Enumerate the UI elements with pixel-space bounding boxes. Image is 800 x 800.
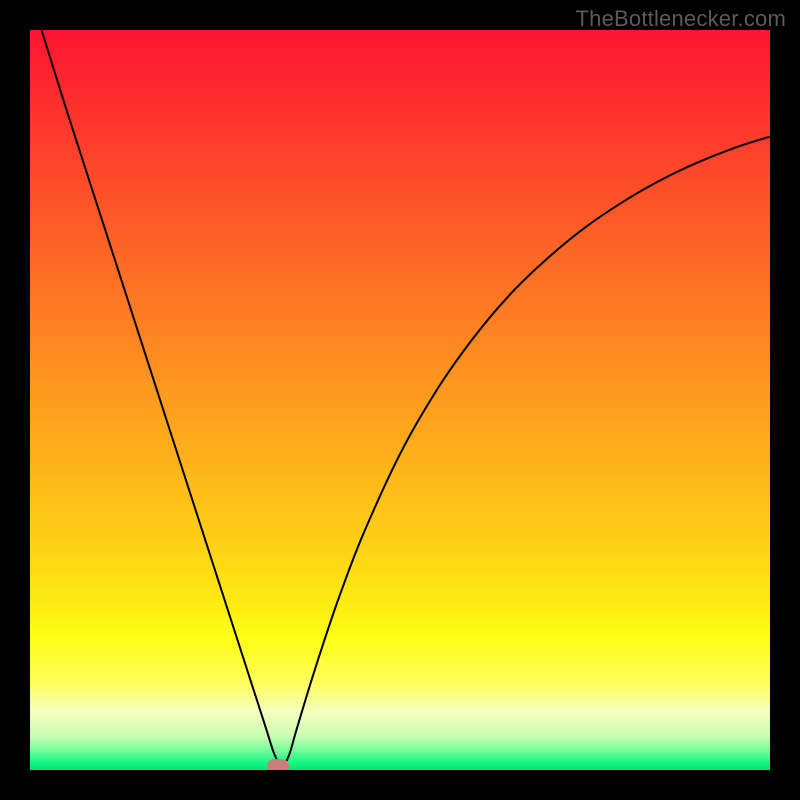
plot-svg xyxy=(30,30,770,770)
chart-frame: TheBottlenecker.com xyxy=(0,0,800,800)
optimum-marker xyxy=(267,759,289,770)
watermark-text: TheBottlenecker.com xyxy=(576,6,786,32)
plot-area xyxy=(30,30,770,770)
gradient-background xyxy=(30,30,770,770)
